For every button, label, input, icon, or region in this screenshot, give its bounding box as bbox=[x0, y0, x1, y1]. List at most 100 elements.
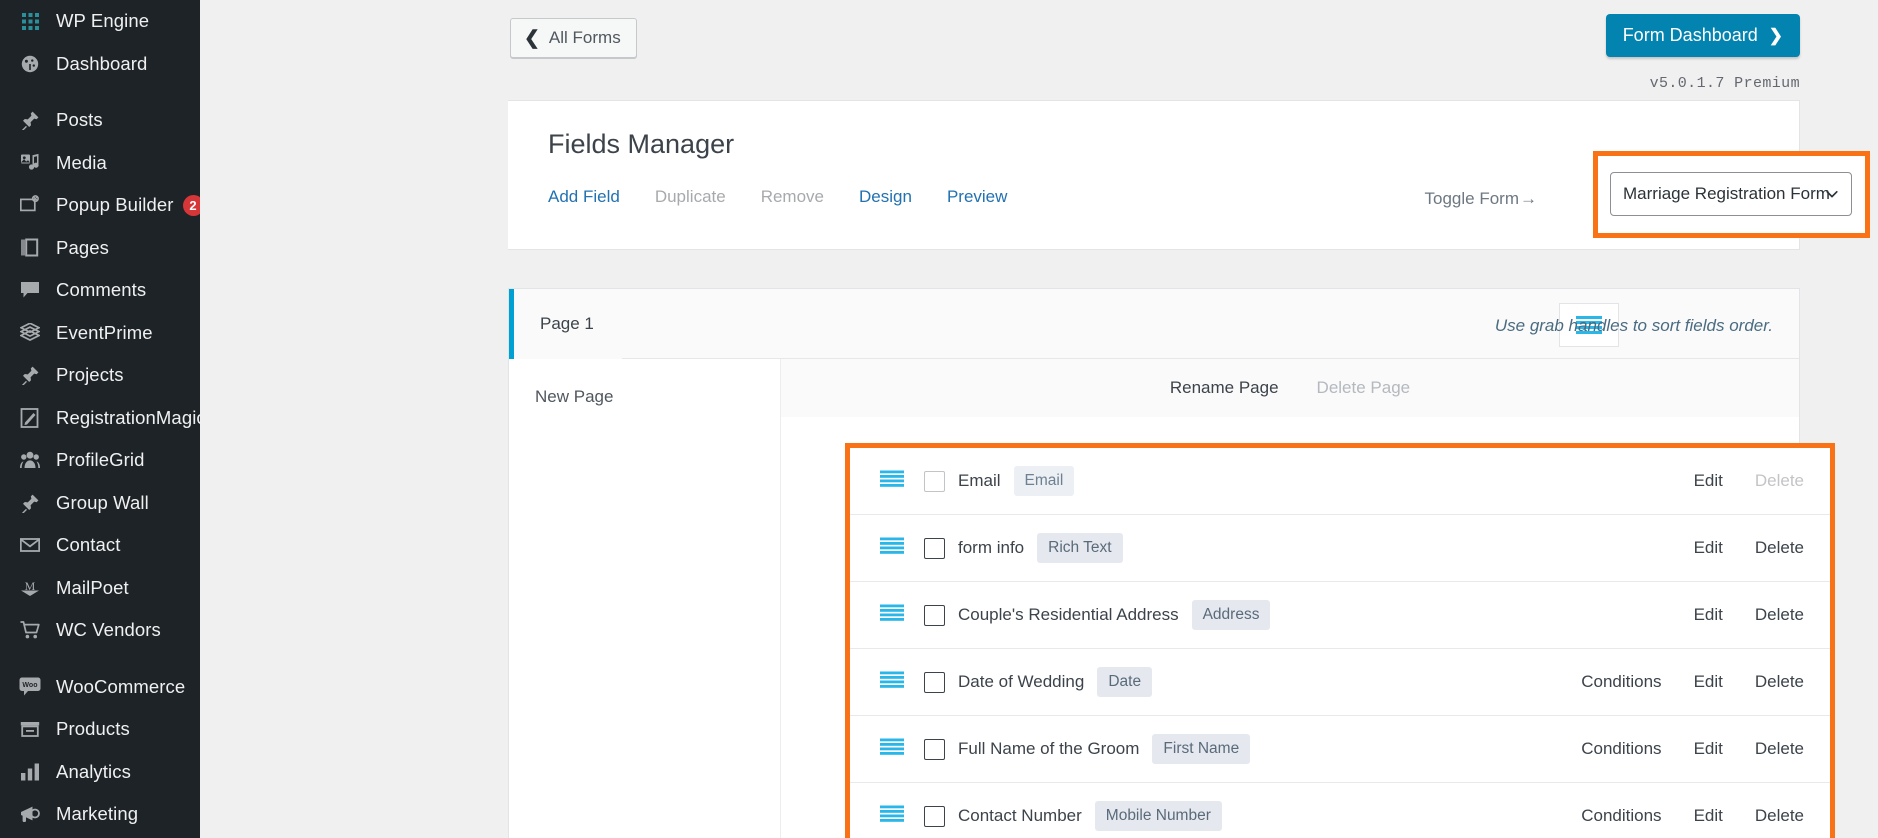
edit-link[interactable]: Edit bbox=[1694, 739, 1723, 759]
sidebar-item-group-wall[interactable]: Group Wall bbox=[0, 482, 200, 525]
grab-handle-icon[interactable] bbox=[880, 470, 904, 493]
all-forms-button[interactable]: ❮ All Forms bbox=[510, 18, 637, 58]
top-bar: ❮ All Forms Form Dashboard ❯ v5.0.1.7 Pr… bbox=[200, 0, 1878, 100]
form-select-highlight: Marriage Registration Form bbox=[1593, 151, 1870, 238]
sidebar-item-label: Marketing bbox=[56, 803, 139, 825]
delete-link[interactable]: Delete bbox=[1755, 471, 1804, 491]
conditions-link[interactable]: Conditions bbox=[1581, 806, 1661, 826]
page-actions: Rename Page Delete Page bbox=[781, 359, 1799, 417]
sidebar-item-label: Popup Builder bbox=[56, 194, 174, 216]
page-tab-bar: Page 1 Use grab handles to sort fields o… bbox=[509, 289, 1799, 359]
sidebar-item-contact[interactable]: Contact bbox=[0, 524, 200, 567]
media-icon bbox=[16, 152, 44, 174]
sidebar-item-registrationmagic[interactable]: RegistrationMagic bbox=[0, 397, 200, 440]
edit-link[interactable]: Edit bbox=[1694, 806, 1723, 826]
rename-page-button[interactable]: Rename Page bbox=[1170, 378, 1279, 398]
tab-duplicate[interactable]: Duplicate bbox=[655, 187, 726, 207]
pin-icon bbox=[16, 492, 44, 514]
grab-handle-icon[interactable] bbox=[880, 671, 904, 694]
grid-icon bbox=[16, 10, 44, 32]
sidebar-item-pages[interactable]: Pages bbox=[0, 227, 200, 270]
delete-page-button[interactable]: Delete Page bbox=[1317, 378, 1411, 398]
sidebar-item-comments[interactable]: Comments bbox=[0, 269, 200, 312]
sidebar-item-mailpoet[interactable]: M MailPoet bbox=[0, 567, 200, 610]
sidebar-item-wp-engine[interactable]: WP Engine bbox=[0, 0, 200, 43]
field-type-badge: Rich Text bbox=[1037, 533, 1123, 563]
field-type-badge: Address bbox=[1191, 600, 1271, 630]
sidebar-item-projects[interactable]: Projects bbox=[0, 354, 200, 397]
edit-link[interactable]: Edit bbox=[1694, 471, 1723, 491]
form-dashboard-button[interactable]: Form Dashboard ❯ bbox=[1605, 14, 1800, 57]
sidebar-item-label: Projects bbox=[56, 364, 124, 386]
grab-handle-icon[interactable] bbox=[880, 537, 904, 560]
new-page-button[interactable]: New Page bbox=[535, 387, 613, 407]
edit-link[interactable]: Edit bbox=[1694, 538, 1723, 558]
sidebar-item-media[interactable]: Media bbox=[0, 142, 200, 185]
tab-preview[interactable]: Preview bbox=[947, 187, 1007, 207]
delete-link[interactable]: Delete bbox=[1755, 538, 1804, 558]
form-select[interactable]: Marriage Registration Form bbox=[1610, 172, 1852, 216]
sidebar-item-profilegrid[interactable]: ProfileGrid bbox=[0, 439, 200, 482]
delete-link[interactable]: Delete bbox=[1755, 605, 1804, 625]
all-forms-label: All Forms bbox=[548, 28, 621, 47]
field-row: form info Rich Text Edit Delete bbox=[850, 515, 1830, 582]
sidebar-item-marketing[interactable]: Marketing bbox=[0, 793, 200, 836]
field-checkbox[interactable] bbox=[924, 738, 945, 760]
grab-hint-text: Use grab handles to sort fields order. bbox=[1494, 316, 1773, 335]
sidebar-item-label: Contact bbox=[56, 534, 121, 556]
sidebar-item-woocommerce[interactable]: Woo WooCommerce bbox=[0, 666, 200, 709]
page-tab-page-1[interactable]: Page 1 bbox=[509, 289, 622, 359]
grab-handle-icon[interactable] bbox=[880, 738, 904, 761]
comment-icon bbox=[16, 279, 44, 301]
sidebar-item-label: WC Vendors bbox=[56, 619, 161, 641]
sidebar-item-wc-vendors[interactable]: WC Vendors bbox=[0, 609, 200, 652]
sidebar-item-dashboard[interactable]: Dashboard bbox=[0, 43, 200, 86]
arrow-right-icon: → bbox=[1520, 189, 1537, 208]
sidebar-item-popup-builder[interactable]: Popup Builder 2 bbox=[0, 184, 200, 227]
field-checkbox[interactable] bbox=[924, 470, 945, 492]
form-select-value: Marriage Registration Form bbox=[1623, 184, 1830, 203]
registration-icon bbox=[16, 407, 44, 429]
sidebar-item-analytics[interactable]: Analytics bbox=[0, 751, 200, 794]
bars-icon bbox=[16, 761, 44, 783]
field-type-badge: Email bbox=[1013, 466, 1075, 496]
sidebar-item-label: Products bbox=[56, 718, 130, 740]
conditions-link[interactable]: Conditions bbox=[1581, 672, 1661, 692]
field-checkbox[interactable] bbox=[924, 537, 945, 559]
sidebar-item-posts[interactable]: Posts bbox=[0, 99, 200, 142]
delete-link[interactable]: Delete bbox=[1755, 739, 1804, 759]
admin-sidebar: WP Engine Dashboard Posts Media Popup Builde… bbox=[0, 0, 200, 838]
delete-link[interactable]: Delete bbox=[1755, 672, 1804, 692]
field-row-actions: Conditions Edit Delete bbox=[1581, 739, 1804, 759]
megaphone-icon bbox=[16, 803, 44, 825]
edit-link[interactable]: Edit bbox=[1694, 605, 1723, 625]
grab-handle-icon[interactable] bbox=[880, 805, 904, 828]
tab-design[interactable]: Design bbox=[859, 187, 912, 207]
toggle-form-label: Toggle Form bbox=[1424, 189, 1519, 208]
conditions-link[interactable]: Conditions bbox=[1581, 739, 1661, 759]
sidebar-item-label: WooCommerce bbox=[56, 675, 186, 697]
field-row: Date of Wedding Date Conditions Edit Delete bbox=[850, 649, 1830, 716]
woo-icon: Woo bbox=[16, 676, 44, 698]
sidebar-item-eventprime[interactable]: EventPrime bbox=[0, 312, 200, 355]
tab-add-field[interactable]: Add Field bbox=[548, 187, 620, 207]
field-checkbox[interactable] bbox=[924, 604, 945, 626]
field-label: Couple's Residential Address bbox=[958, 605, 1179, 624]
sidebar-item-label: Posts bbox=[56, 109, 103, 131]
delete-link[interactable]: Delete bbox=[1755, 806, 1804, 826]
field-row: Email Email Edit Delete bbox=[850, 448, 1830, 515]
field-checkbox[interactable] bbox=[924, 805, 945, 827]
svg-text:Woo: Woo bbox=[22, 682, 37, 689]
sidebar-item-products[interactable]: Products bbox=[0, 708, 200, 751]
popup-icon bbox=[16, 194, 44, 216]
field-checkbox[interactable] bbox=[924, 671, 945, 693]
tab-remove[interactable]: Remove bbox=[761, 187, 824, 207]
sidebar-item-label: Analytics bbox=[56, 760, 131, 782]
edit-link[interactable]: Edit bbox=[1694, 672, 1723, 692]
pages-list: New Page bbox=[509, 359, 781, 838]
products-icon bbox=[16, 718, 44, 740]
page-tab-label: Page 1 bbox=[540, 314, 594, 333]
grab-handle-icon[interactable] bbox=[880, 604, 904, 627]
sidebar-item-label: Dashboard bbox=[56, 52, 148, 74]
sidebar-item-label: Group Wall bbox=[56, 491, 149, 513]
